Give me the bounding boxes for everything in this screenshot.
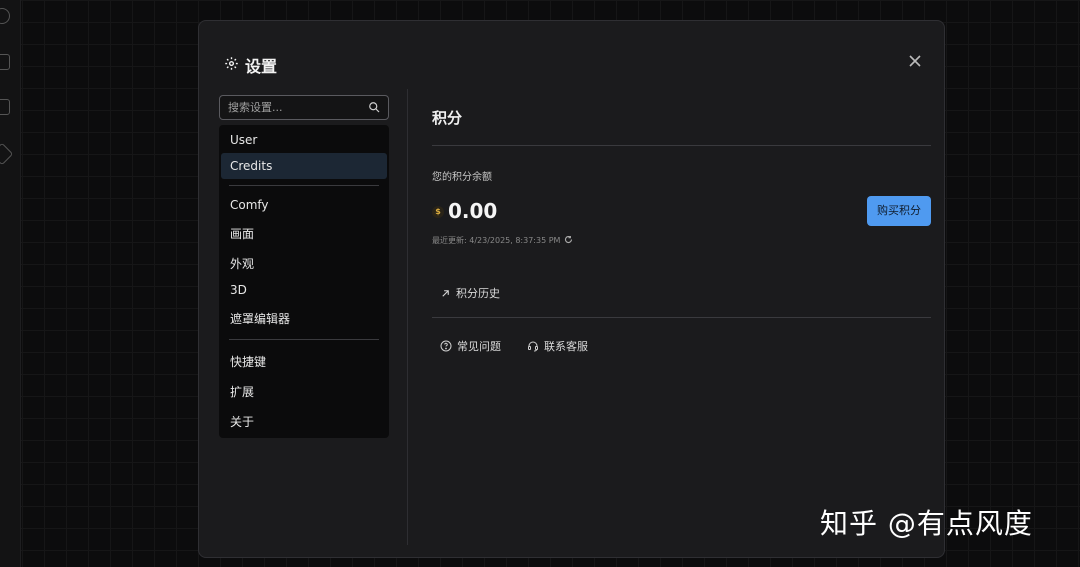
balance-value: 0.00	[448, 199, 498, 223]
left-toolbar	[0, 0, 21, 567]
watermark: 知乎 @有点风度	[820, 507, 1033, 540]
balance-label: 您的积分余额	[432, 172, 492, 183]
nav-divider	[229, 185, 379, 186]
faq-link[interactable]: 常见问题	[440, 338, 501, 354]
search-icon[interactable]	[368, 98, 380, 117]
nav-item-mask-editor[interactable]: 遮罩编辑器	[221, 306, 387, 332]
nav-item-credits[interactable]: Credits	[221, 153, 387, 179]
gear-icon	[224, 56, 239, 75]
column-divider	[407, 89, 408, 545]
nav-item-keybindings[interactable]: 快捷键	[221, 349, 387, 375]
credit-history-link[interactable]: 积分历史	[440, 285, 500, 301]
coin-icon: $	[432, 206, 444, 218]
credit-history-label: 积分历史	[456, 287, 500, 300]
support-label: 联系客服	[544, 340, 588, 353]
nav-item-extensions[interactable]: 扩展	[221, 379, 387, 405]
nav-divider	[229, 339, 379, 340]
support-link[interactable]: 联系客服	[527, 338, 588, 354]
section-title: 积分	[432, 109, 463, 127]
help-circle-icon	[440, 340, 452, 352]
toolbar-icon[interactable]	[0, 8, 10, 24]
nav-item-user[interactable]: User	[221, 127, 387, 153]
headset-icon	[527, 340, 539, 352]
search-input[interactable]	[228, 101, 368, 114]
dialog-title: 设置	[224, 53, 277, 77]
nav-item-canvas[interactable]: 画面	[221, 221, 387, 247]
last-updated-text: 最近更新: 4/23/2025, 8:37:35 PM	[432, 236, 561, 245]
settings-nav: User Credits Comfy 画面 外观 3D 遮罩编辑器 快捷键 扩展…	[219, 125, 389, 438]
nav-item-3d[interactable]: 3D	[221, 277, 387, 303]
nav-item-appearance[interactable]: 外观	[221, 251, 387, 277]
settings-dialog: 设置 User Credits Comfy 画面 外观 3D 遮罩编辑器 快捷键…	[198, 20, 945, 558]
last-updated: 最近更新: 4/23/2025, 8:37:35 PM	[432, 236, 573, 245]
divider	[432, 317, 931, 318]
dialog-title-text: 设置	[245, 57, 278, 76]
search-field[interactable]	[219, 95, 389, 120]
refresh-icon[interactable]	[564, 236, 573, 245]
nav-item-about[interactable]: 关于	[221, 409, 387, 435]
faq-label: 常见问题	[457, 340, 501, 353]
arrow-up-right-icon	[440, 288, 451, 299]
nav-item-comfy[interactable]: Comfy	[221, 192, 387, 218]
divider	[432, 145, 931, 146]
toolbar-icon[interactable]	[0, 142, 14, 166]
buy-credits-button[interactable]: 购买积分	[867, 196, 931, 226]
close-icon[interactable]	[906, 53, 924, 71]
toolbar-icon[interactable]	[0, 54, 10, 70]
toolbar-icon[interactable]	[0, 99, 10, 115]
